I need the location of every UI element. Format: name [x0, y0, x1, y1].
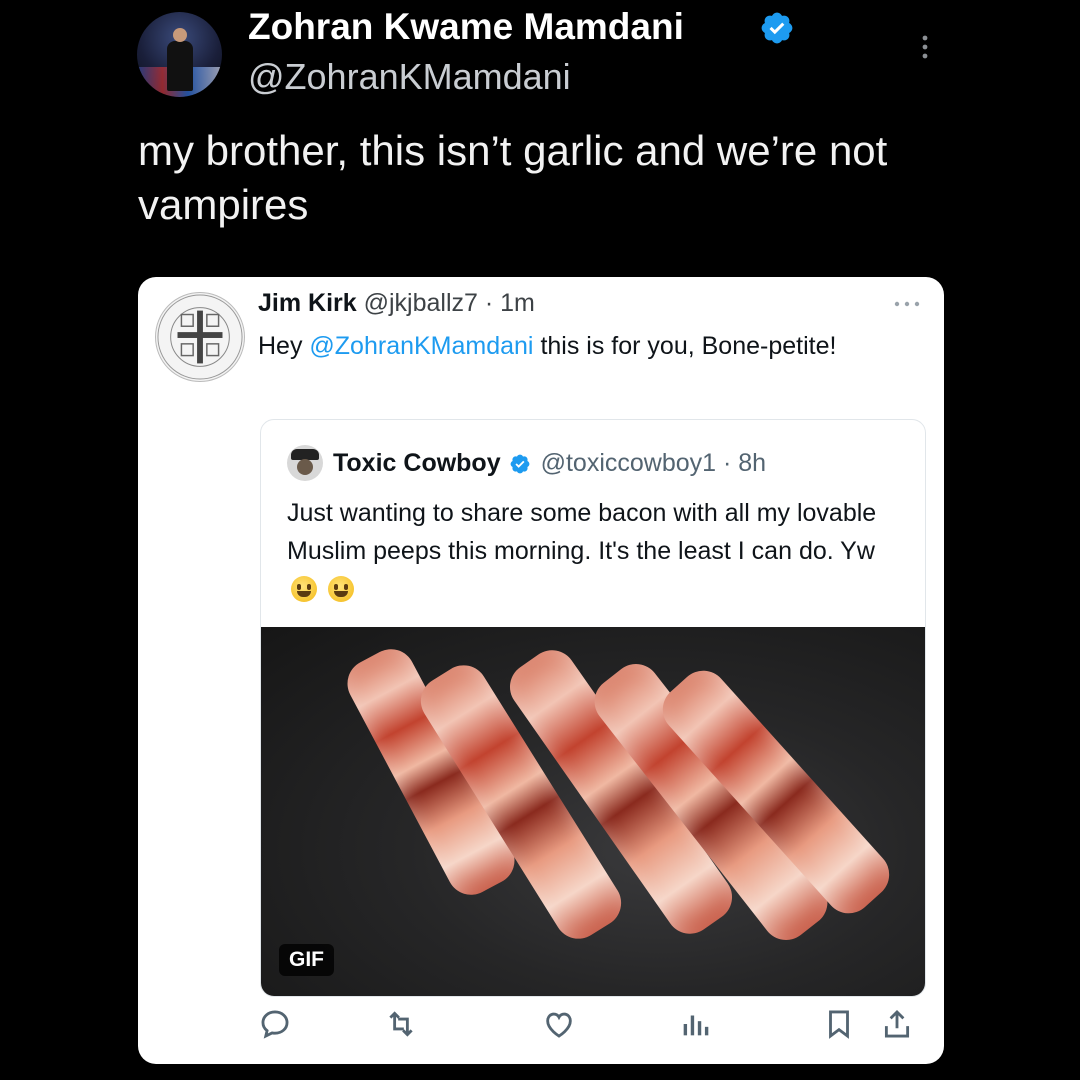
reply-icon[interactable]	[258, 1007, 292, 1041]
avatar-figure-body	[167, 41, 193, 91]
embedded-text-body: Just wanting to share some bacon with al…	[287, 499, 877, 565]
embedded-tweet-card[interactable]: Toxic Cowboy @toxiccowboy1 · 8h Just wan…	[260, 419, 926, 997]
like-icon[interactable]	[542, 1007, 576, 1041]
embedded-display-name[interactable]: Toxic Cowboy	[333, 449, 501, 478]
share-icon[interactable]	[880, 1007, 914, 1041]
bacon-gif[interactable]: GIF	[261, 627, 925, 996]
more-icon[interactable]	[918, 34, 932, 60]
outer-tweet-text: my brother, this isn’t garlic and we’re …	[138, 127, 888, 228]
outer-display-name[interactable]: Zohran Kwame Mamdani	[248, 6, 684, 48]
verified-icon	[761, 12, 793, 44]
quote-text-suffix: this is for you, Bone-petite!	[533, 332, 837, 360]
tweet-action-bar	[138, 1007, 944, 1047]
quoted-tweet-card[interactable]: Jim Kirk @jkjballz7 · 1m Hey @ZohranKMam…	[138, 277, 944, 1064]
quote-author-line: Jim Kirk @jkjballz7 · 1m	[258, 289, 535, 318]
bookmark-icon[interactable]	[822, 1007, 856, 1041]
embedded-avatar[interactable]	[287, 445, 323, 481]
more-icon[interactable]	[894, 301, 920, 307]
seal-avatar-icon[interactable]	[155, 292, 245, 382]
gif-badge: GIF	[279, 944, 334, 976]
grinning-emoji-icon	[291, 576, 317, 602]
outer-avatar[interactable]	[137, 12, 222, 97]
grinning-emoji-icon	[327, 576, 354, 602]
quote-display-name[interactable]: Jim Kirk	[258, 289, 357, 317]
views-icon[interactable]	[678, 1007, 712, 1041]
quote-text-prefix: Hey	[258, 332, 310, 360]
quote-handle-time[interactable]: @jkjballz7 · 1m	[364, 289, 535, 317]
retweet-icon[interactable]	[384, 1007, 418, 1041]
quote-tweet-text: Hey @ZohranKMamdani this is for you, Bon…	[258, 329, 898, 363]
embedded-handle-time[interactable]: @toxiccowboy1 · 8h	[541, 449, 766, 478]
mention-link[interactable]: @ZohranKMamdani	[309, 332, 533, 360]
avatar-face	[297, 459, 313, 475]
embedded-tweet-text: Just wanting to share some bacon with al…	[287, 494, 907, 608]
verified-icon	[510, 454, 530, 473]
embedded-author-line: Toxic Cowboy @toxiccowboy1 · 8h	[333, 449, 766, 478]
outer-handle[interactable]: @ZohranKMamdani	[248, 56, 571, 98]
avatar-figure-head	[173, 28, 187, 42]
